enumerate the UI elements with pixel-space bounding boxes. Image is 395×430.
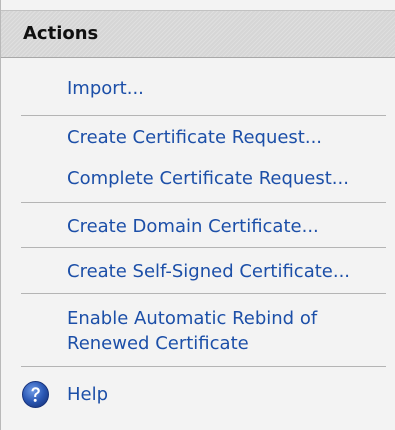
create-domain-certificate-action[interactable]: Create Domain Certificate...	[67, 216, 319, 238]
separator	[21, 202, 386, 203]
separator	[21, 115, 386, 116]
separator	[21, 293, 386, 294]
separator	[21, 366, 386, 367]
actions-pane-title: Actions	[23, 23, 99, 44]
import-action[interactable]: Import...	[67, 78, 144, 100]
create-certificate-request-action[interactable]: Create Certificate Request...	[67, 127, 322, 149]
separator	[21, 247, 386, 248]
enable-automatic-rebind-action[interactable]: Enable Automatic Rebind of Renewed Certi…	[67, 306, 377, 356]
actions-pane: Actions Import... Create Certificate Req…	[0, 0, 395, 430]
help-question-icon	[21, 380, 50, 409]
complete-certificate-request-action[interactable]: Complete Certificate Request...	[67, 168, 349, 190]
actions-pane-header: Actions	[1, 10, 395, 58]
create-self-signed-certificate-action[interactable]: Create Self-Signed Certificate...	[67, 261, 350, 283]
help-label: Help	[67, 384, 109, 405]
help-action[interactable]: Help	[21, 380, 161, 410]
